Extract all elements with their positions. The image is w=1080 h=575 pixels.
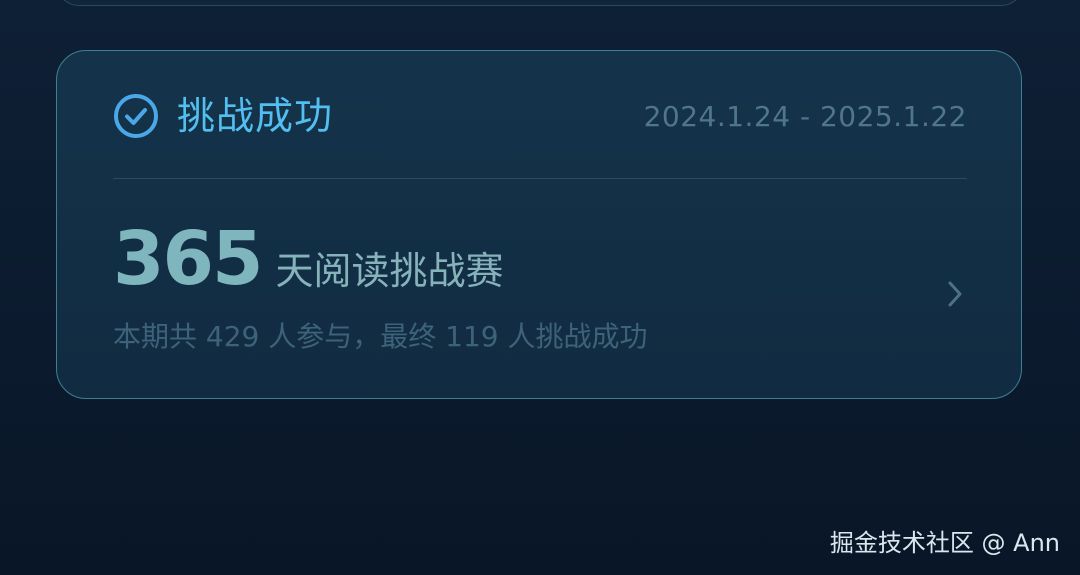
- page: 挑战成功 2024.1.24 - 2025.1.22 365 天阅读挑战赛 本期共…: [0, 0, 1080, 575]
- chevron-right-icon[interactable]: [945, 279, 965, 309]
- divider: [113, 178, 967, 179]
- challenge-name: 天阅读挑战赛: [275, 249, 504, 293]
- watermark: 掘金技术社区 @ Ann: [829, 529, 1060, 557]
- days-count: 365: [113, 216, 263, 302]
- status-title: 挑战成功: [177, 94, 334, 138]
- date-range: 2024.1.24 - 2025.1.22: [643, 100, 967, 133]
- challenge-card[interactable]: 挑战成功 2024.1.24 - 2025.1.22 365 天阅读挑战赛 本期共…: [56, 50, 1022, 399]
- card-header: 挑战成功 2024.1.24 - 2025.1.22: [113, 91, 967, 141]
- previous-card[interactable]: [56, 0, 1024, 6]
- participation-summary: 本期共 429 人参与，最终 119 人挑战成功: [113, 320, 648, 353]
- check-circle-icon: [114, 94, 158, 138]
- challenge-title: 365 天阅读挑战赛: [113, 219, 503, 299]
